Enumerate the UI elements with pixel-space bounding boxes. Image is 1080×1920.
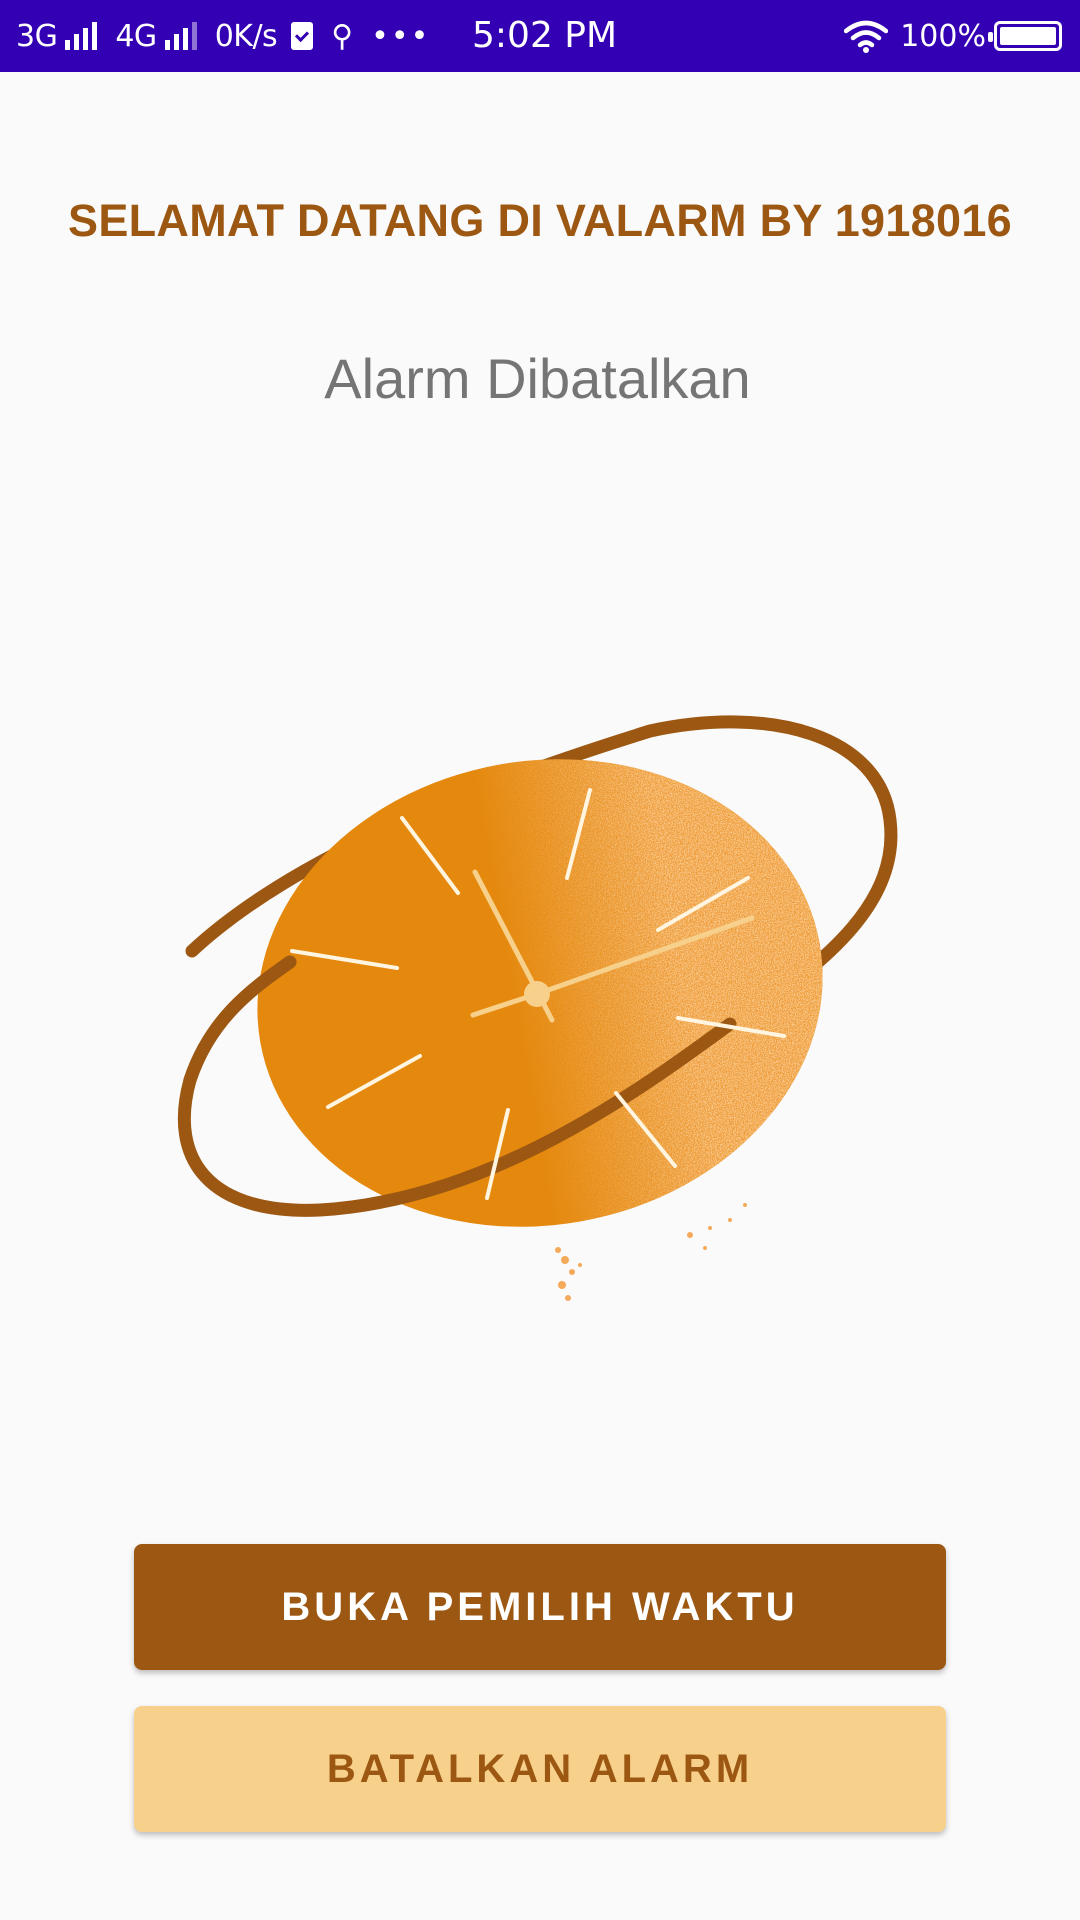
usb-icon: ⚲ bbox=[331, 18, 354, 54]
battery-percent: 100% bbox=[900, 18, 986, 54]
wifi-icon bbox=[844, 20, 889, 53]
network-speed: 0K/s bbox=[214, 18, 278, 54]
signal-strength-icon bbox=[164, 22, 197, 50]
welcome-title: SELAMAT DATANG DI VALARM BY 1918016 bbox=[68, 195, 1012, 246]
clock-illustration bbox=[170, 700, 910, 1340]
signal-strength-icon bbox=[65, 22, 98, 50]
battery-saver-icon bbox=[291, 22, 314, 50]
status-bar-right: 100% bbox=[844, 0, 1062, 72]
network-type-2: 4G bbox=[115, 18, 157, 54]
status-bar: 3G 4G 0K/s ⚲ ••• 5:02 PM 100% bbox=[0, 0, 1080, 72]
clock-icon bbox=[177, 715, 898, 1301]
cancel-alarm-button[interactable]: BATALKAN ALARM bbox=[134, 1706, 946, 1832]
network-type-1: 3G bbox=[16, 18, 58, 54]
alarm-status-text: Alarm Dibatalkan bbox=[324, 347, 751, 410]
more-notifications-icon: ••• bbox=[371, 18, 431, 54]
status-bar-clock: 5:02 PM bbox=[472, 15, 618, 56]
battery-icon bbox=[988, 21, 1062, 51]
status-bar-left: 3G 4G 0K/s ⚲ ••• bbox=[16, 0, 430, 72]
open-time-picker-button[interactable]: BUKA PEMILIH WAKTU bbox=[134, 1544, 946, 1670]
